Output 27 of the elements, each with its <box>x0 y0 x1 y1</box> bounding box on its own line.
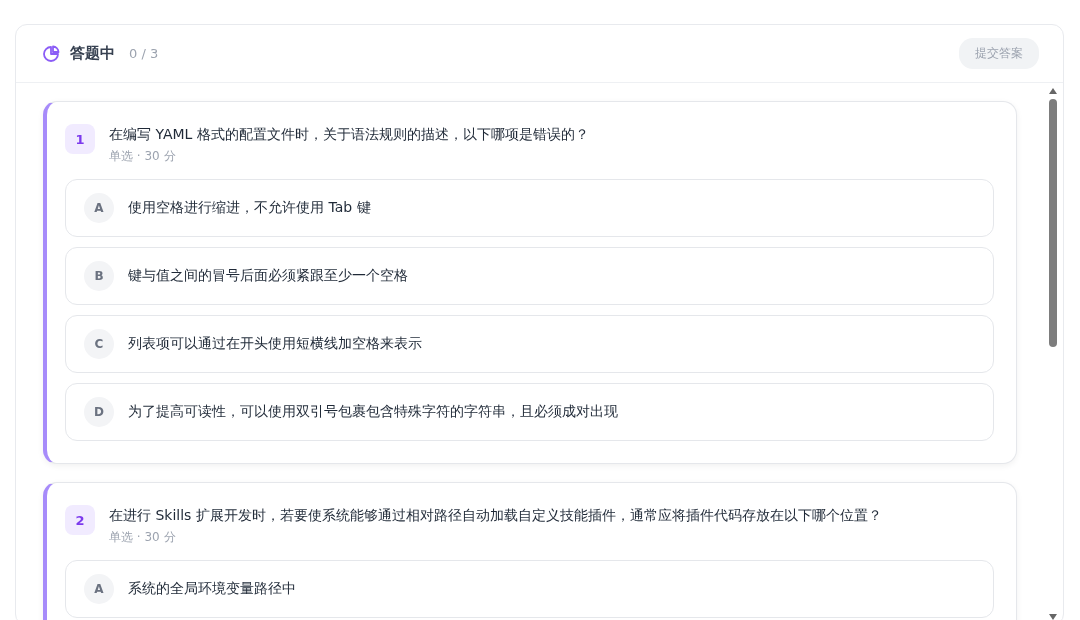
pie-chart-icon <box>42 44 60 63</box>
option-letter: A <box>84 193 114 223</box>
option-text: 键与值之间的冒号后面必须紧跟至少一个空格 <box>128 267 408 285</box>
progress-count: 0 / 3 <box>129 46 159 61</box>
question-meta: 单选 · 30 分 <box>109 148 177 165</box>
option-text: 使用空格进行缩进，不允许使用 Tab 键 <box>128 199 371 217</box>
answer-option[interactable]: C 列表项可以通过在开头使用短横线加空格来表示 <box>65 315 994 373</box>
answer-option[interactable]: B 键与值之间的冒号后面必须紧跟至少一个空格 <box>65 247 994 305</box>
scroll-up-icon[interactable] <box>1048 87 1058 95</box>
option-letter: D <box>84 397 114 427</box>
question-text: 在编写 YAML 格式的配置文件时，关于语法规则的描述，以下哪项是错误的？ <box>109 126 589 144</box>
answer-option[interactable]: A 系统的全局环境变量路径中 <box>65 560 994 618</box>
scrollbar-thumb[interactable] <box>1049 99 1057 347</box>
option-letter: C <box>84 329 114 359</box>
question-number: 1 <box>65 124 95 154</box>
scroll-down-icon[interactable] <box>1048 613 1058 620</box>
question-text: 在进行 Skills 扩展开发时，若要使系统能够通过相对路径自动加载自定义技能插件，通常应将插件代码存放在以下哪个位置？ <box>109 507 882 525</box>
question-number: 2 <box>65 505 95 535</box>
status-title: 答题中 <box>70 44 115 63</box>
answer-option[interactable]: D 为了提高可读性，可以使用双引号包裹包含特殊字符的字符串，且必须成对出现 <box>65 383 994 441</box>
option-letter: A <box>84 574 114 604</box>
option-text: 为了提高可读性，可以使用双引号包裹包含特殊字符的字符串，且必须成对出现 <box>128 403 618 421</box>
option-text: 系统的全局环境变量路径中 <box>128 580 296 598</box>
option-letter: B <box>84 261 114 291</box>
question-meta: 单选 · 30 分 <box>109 529 177 546</box>
option-text: 列表项可以通过在开头使用短横线加空格来表示 <box>128 335 422 353</box>
answer-option[interactable]: A 使用空格进行缩进，不允许使用 Tab 键 <box>65 179 994 237</box>
